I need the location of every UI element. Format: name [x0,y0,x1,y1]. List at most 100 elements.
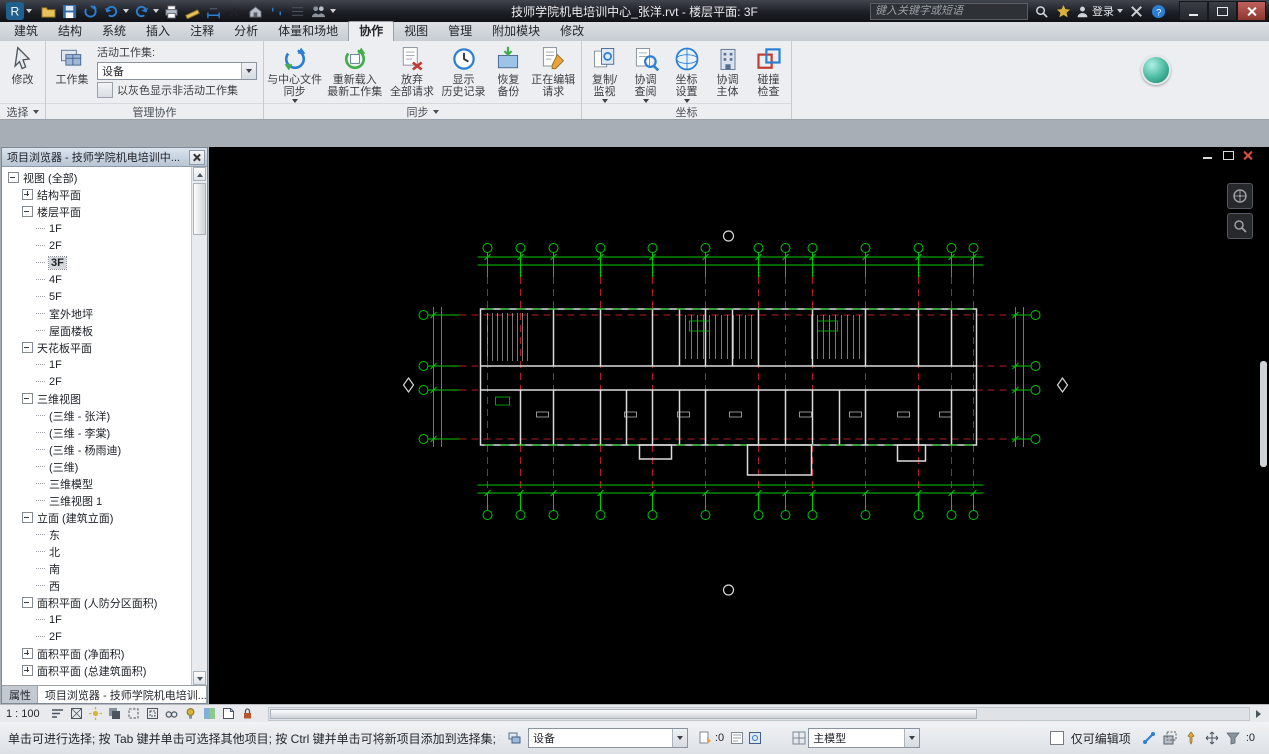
tree-item[interactable]: 结构平面 [2,186,191,203]
tree-item[interactable]: 天花板平面 [2,339,191,356]
scroll-up-icon[interactable] [193,167,206,181]
project-browser-tab[interactable]: 项目浏览器 - 技师学院机电培训... [37,686,207,703]
design-option-select[interactable]: 主模型 [808,728,921,748]
tree-item[interactable]: (三维 - 张洋) [2,407,191,424]
redo-arrow-icon[interactable] [153,9,159,13]
tree-item[interactable]: 室外地坪 [2,305,191,322]
show-worksets-dialog-icon[interactable] [728,730,746,746]
tree-item[interactable]: 面积平面 (总建筑面积) [2,662,191,679]
tree-item[interactable]: 1F [2,356,191,373]
help-icon[interactable]: ? [1149,2,1167,20]
design-options-icon[interactable] [790,730,808,746]
minimize-button[interactable] [1179,1,1208,21]
scroll-right-icon[interactable] [1256,709,1261,718]
tree-item[interactable]: 2F [2,628,191,645]
tree-item[interactable]: 3F [2,254,191,271]
select-pinned-icon[interactable] [1182,730,1200,746]
select-links-icon[interactable] [1140,730,1158,746]
application-menu-button[interactable]: R [2,0,36,22]
visual-style-icon[interactable] [68,706,85,721]
close-button[interactable] [1237,1,1266,21]
reveal-hidden-icon[interactable] [182,706,199,721]
reveal-constraints-icon[interactable] [239,706,256,721]
ribbon-tab-4[interactable]: 插入 [136,22,180,41]
tree-item[interactable]: 1F [2,220,191,237]
sync-with-central-button[interactable]: 与中心文件 同步 [267,43,322,103]
tree-item[interactable]: 楼层平面 [2,203,191,220]
tree-item[interactable]: 4F [2,271,191,288]
ribbon-tab-8[interactable]: 协作 [348,21,395,41]
select-panel-label[interactable]: 选择 [0,103,45,119]
collapse-icon[interactable] [22,597,33,608]
ribbon-tab-3[interactable]: 系统 [92,22,136,41]
show-history-button[interactable]: 显示 历史记录 [439,43,489,103]
infocenter-ball-icon[interactable] [1141,55,1171,85]
open-icon[interactable] [39,2,57,20]
scroll-down-icon[interactable] [193,671,206,685]
coordinates-button[interactable]: 坐标 设置 [667,43,706,103]
tree-item[interactable]: 西 [2,577,191,594]
drawing-area[interactable]: .grid{stroke:#b52020;stroke-width:1;stro… [209,147,1269,704]
tree-item[interactable]: (三维) [2,458,191,475]
save-icon[interactable] [60,2,78,20]
combobox-arrow-icon[interactable] [904,729,920,747]
reload-latest-button[interactable]: 重新载入 最新工作集 [324,43,385,103]
worksets-button[interactable]: 工作集 [49,43,95,103]
combobox-arrow-icon[interactable] [672,729,687,747]
user-interface-icon[interactable] [309,2,327,20]
browser-scrollbar[interactable] [191,167,207,685]
expand-icon[interactable] [22,665,33,676]
ribbon-tab-9[interactable]: 视图 [394,22,438,41]
filter-icon[interactable] [1224,730,1242,746]
undo-arrow-icon[interactable] [123,9,129,13]
editing-requests-status-icon[interactable] [696,730,714,746]
text-icon[interactable]: A [225,2,243,20]
worksets-status-icon[interactable] [506,730,524,746]
gray-inactive-toggle[interactable]: 以灰色显示非活动工作集 [97,82,257,98]
editing-requests-button[interactable]: 正在编辑 请求 [528,43,578,103]
ribbon-tab-1[interactable]: 建筑 [4,22,48,41]
interference-check-button[interactable]: 碰撞 检查 [749,43,788,103]
tree-item[interactable]: 东 [2,526,191,543]
copy-monitor-button[interactable]: 复制/ 监视 [585,43,624,103]
qat-customize-arrow-icon[interactable] [330,9,336,13]
collapse-icon[interactable] [22,512,33,523]
navigation-wheel-icon[interactable] [1227,183,1253,209]
scale-button[interactable]: 1 : 100 [6,708,40,720]
thin-lines-icon[interactable] [288,2,306,20]
tree-item[interactable]: 5F [2,288,191,305]
redo-icon[interactable] [132,2,150,20]
ribbon-tab-2[interactable]: 结构 [48,22,92,41]
subscription-star-icon[interactable] [1054,2,1072,20]
show-crop-region-icon[interactable] [144,706,161,721]
vertical-scrollbar[interactable] [1260,361,1267,467]
temporary-view-properties-icon[interactable] [220,706,237,721]
undo-icon[interactable] [102,2,120,20]
horizontal-scrollbar[interactable] [267,706,1250,721]
collapse-icon[interactable] [22,393,33,404]
section-icon[interactable] [267,2,285,20]
temporary-hide-isolate-icon[interactable] [163,706,180,721]
expand-icon[interactable] [22,189,33,200]
tree-item[interactable]: 三维视图 1 [2,492,191,509]
tree-item[interactable]: 面积平面 (净面积) [2,645,191,662]
measure-icon[interactable] [183,2,201,20]
exchange-apps-icon[interactable] [1127,2,1145,20]
select-underlay-icon[interactable] [1161,730,1179,746]
tree-item[interactable]: 面积平面 (人防分区面积) [2,594,191,611]
ribbon-tab-10[interactable]: 管理 [438,22,482,41]
ribbon-tab-11[interactable]: 附加模块 [482,22,550,41]
scrollbar-thumb[interactable] [269,708,978,719]
worksharing-monitor-icon[interactable] [746,730,764,746]
aligned-dimension-icon[interactable] [204,2,222,20]
collapse-icon[interactable] [22,206,33,217]
ribbon-tab-6[interactable]: 分析 [224,22,268,41]
restore-button[interactable] [1208,1,1237,21]
shadows-icon[interactable] [106,706,123,721]
active-workset-select[interactable]: 设备 [97,62,257,80]
tree-item[interactable]: 南 [2,560,191,577]
tree-item[interactable]: 立面 (建筑立面) [2,509,191,526]
scrollbar-thumb[interactable] [193,183,206,235]
view-restore-button[interactable] [1221,149,1235,161]
active-workset-status-select[interactable]: 设备 [528,728,688,748]
